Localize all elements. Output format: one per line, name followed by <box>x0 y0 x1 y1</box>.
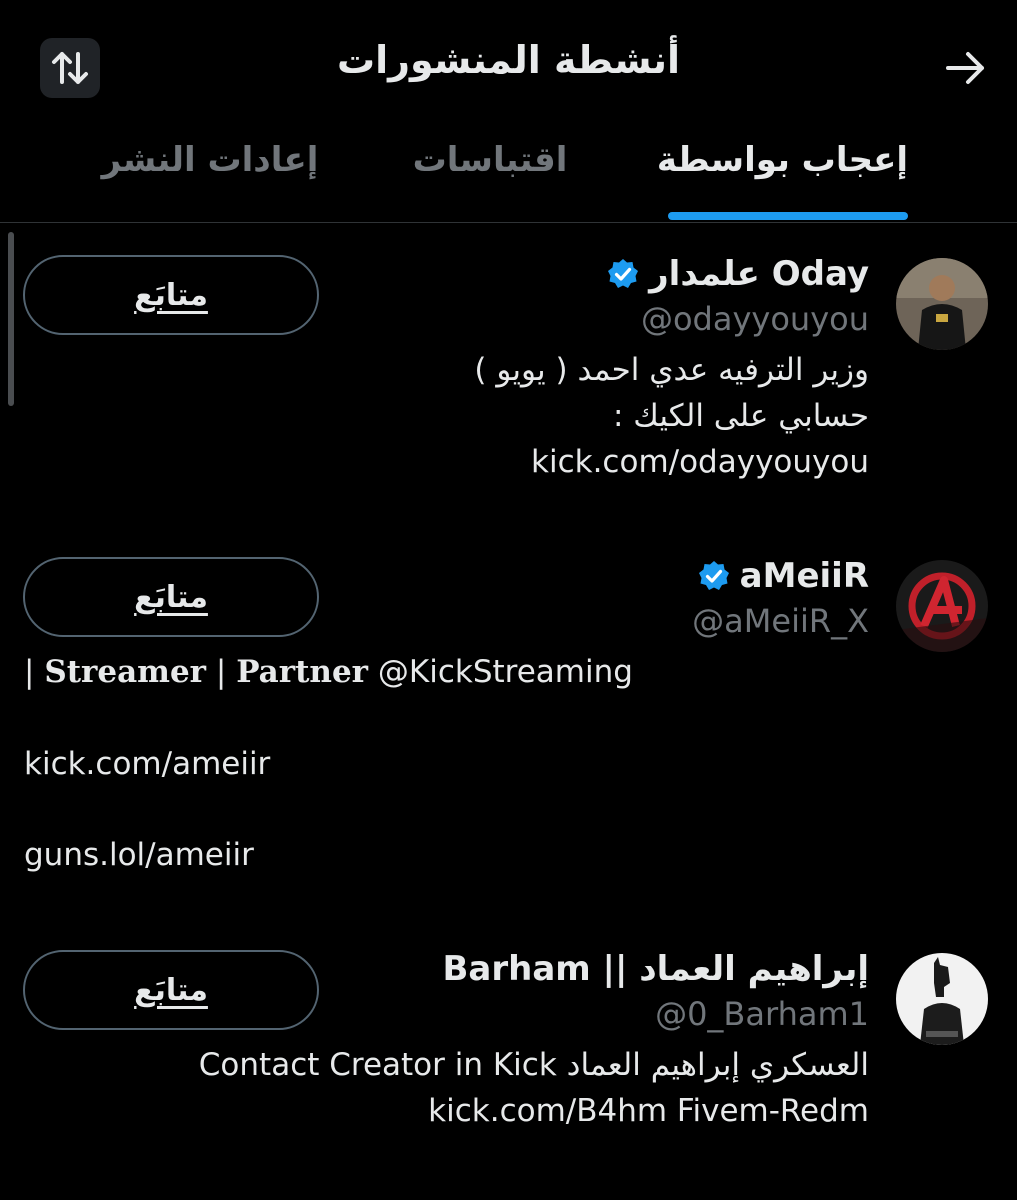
bio-partner: Partner <box>236 654 369 690</box>
bio-line: حسابي على الكيك : <box>613 398 869 434</box>
user-handle: @odayyouyou <box>640 300 869 338</box>
user-row[interactable]: aMeiiR @aMeiiR_X | Streamer | Partner @K… <box>0 542 1017 882</box>
bio-line: | Streamer | Partner @KickStreaming <box>24 654 633 690</box>
user-name-line: علمدار Oday <box>607 254 869 294</box>
arrow-right-icon <box>946 52 984 84</box>
verified-badge-icon <box>608 259 639 288</box>
user-name-line: إبراهيم العماد || Barham <box>442 949 869 989</box>
following-button[interactable]: متابَع <box>23 255 319 335</box>
following-button[interactable]: متابَع <box>23 557 319 637</box>
bio-link[interactable]: kick.com/ameiir <box>24 746 270 782</box>
bio-line: وزير الترفيه عدي احمد ( يويو ) <box>474 352 869 388</box>
user-name[interactable]: علمدار Oday <box>649 254 869 294</box>
user-name[interactable]: aMeiiR <box>740 556 869 596</box>
user-row[interactable]: علمدار Oday @odayyouyou وزير الترفيه عدي… <box>0 240 1017 500</box>
bio-separator: | <box>215 654 227 690</box>
tab-quotes[interactable]: اقتباسات <box>410 140 570 180</box>
avatar[interactable] <box>896 953 988 1045</box>
bio-separator: | <box>24 654 35 690</box>
verified-badge-icon <box>698 561 729 590</box>
active-tab-indicator <box>668 212 908 220</box>
bio-link[interactable]: kick.com/odayyouyou <box>531 444 869 480</box>
bio-link[interactable]: kick.com/B4hm Fivem-Redm <box>428 1093 869 1129</box>
bio-streamer: Streamer <box>44 654 207 690</box>
user-handle: @0_Barham1 <box>655 995 869 1033</box>
tab-liked-by[interactable]: إعجاب بواسطة <box>657 140 908 180</box>
bio-link[interactable]: guns.lol/ameiir <box>24 837 254 873</box>
user-name[interactable]: إبراهيم العماد || Barham <box>442 949 869 989</box>
avatar-photo <box>896 953 988 1045</box>
page-title: أنشطة المنشورات <box>336 38 681 82</box>
avatar-photo <box>896 258 988 350</box>
bio-mention[interactable]: @KickStreaming <box>378 654 633 690</box>
back-button[interactable] <box>938 40 994 96</box>
user-handle: @aMeiiR_X <box>692 602 869 640</box>
tab-reposts[interactable]: إعادات النشر <box>100 140 320 180</box>
top-bar: أنشطة المنشورات <box>0 0 1017 140</box>
bio-line: العسكري إبراهيم العماد Contact Creator i… <box>198 1047 869 1083</box>
tab-bar: إعادات النشر اقتباسات إعجاب بواسطة <box>0 130 1017 223</box>
user-row[interactable]: إبراهيم العماد || Barham @0_Barham1 العس… <box>0 935 1017 1155</box>
following-button[interactable]: متابَع <box>23 950 319 1030</box>
avatar[interactable] <box>896 258 988 350</box>
avatar[interactable] <box>896 560 988 652</box>
user-name-line: aMeiiR <box>698 556 869 596</box>
avatar-logo <box>896 560 988 652</box>
